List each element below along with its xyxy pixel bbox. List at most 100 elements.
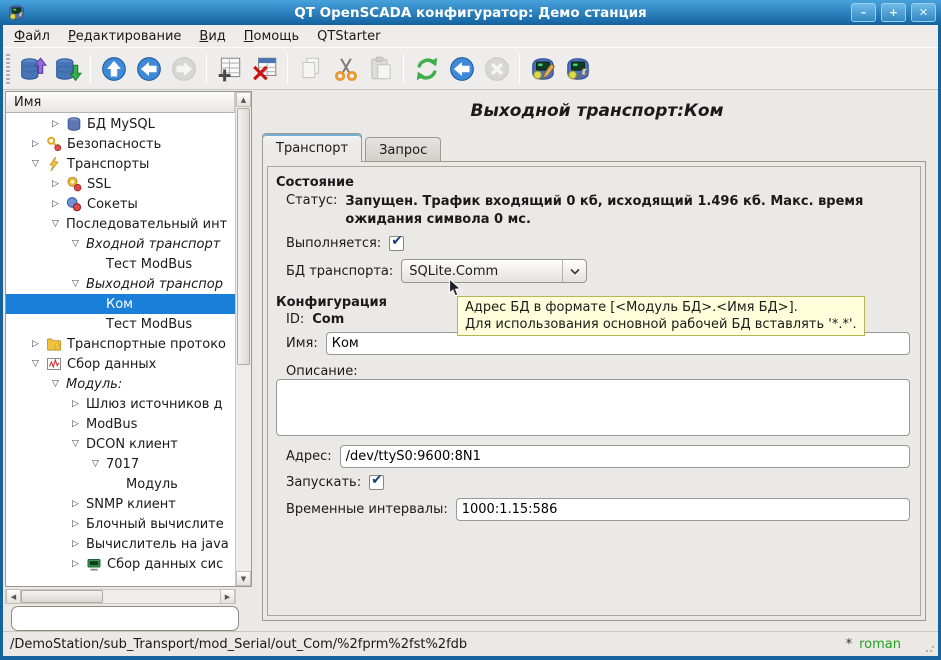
close-button[interactable]: ✕ bbox=[911, 3, 936, 22]
go-back-button[interactable] bbox=[131, 50, 166, 87]
save-to-db-button[interactable] bbox=[50, 50, 85, 87]
collapsed-arrow-icon[interactable]: ▷ bbox=[52, 119, 66, 129]
tree-item[interactable]: ▷Блочный вычислите bbox=[6, 514, 235, 534]
vision-button[interactable] bbox=[560, 50, 595, 87]
delete-item-button[interactable] bbox=[247, 50, 282, 87]
tree-item[interactable]: ▷SNMP клиент bbox=[6, 494, 235, 514]
scroll-up-icon[interactable]: ▲ bbox=[236, 92, 251, 107]
tree-horizontal-scrollbar[interactable]: ◀ ▶ bbox=[5, 589, 236, 604]
tree-item[interactable]: ▷Транспортные протоко bbox=[6, 334, 235, 354]
scroll-down-icon[interactable]: ▼ bbox=[236, 571, 251, 586]
refresh-button[interactable] bbox=[409, 50, 444, 87]
load-from-db-button[interactable] bbox=[15, 50, 50, 87]
expanded-arrow-icon[interactable]: ▽ bbox=[52, 379, 66, 389]
collapsed-arrow-icon[interactable]: ▷ bbox=[72, 539, 86, 549]
tree-item[interactable]: ▽Сбор данных bbox=[6, 354, 235, 374]
toolbar-separator bbox=[90, 54, 91, 84]
transport-db-label: БД транспорта: bbox=[286, 264, 393, 279]
title-bar: QT OpenSCADA конфигуратор: Демо станция … bbox=[0, 0, 941, 25]
expanded-arrow-icon[interactable]: ▽ bbox=[72, 239, 86, 249]
collapsed-arrow-icon[interactable]: ▷ bbox=[32, 339, 46, 349]
folder-icon bbox=[46, 336, 65, 352]
go-up-button[interactable] bbox=[96, 50, 131, 87]
tree-item[interactable]: ▽DCON клиент bbox=[6, 434, 235, 454]
tab-транспорт[interactable]: Транспорт bbox=[262, 133, 362, 162]
refresh-icon bbox=[413, 55, 441, 83]
expanded-arrow-icon[interactable]: ▽ bbox=[32, 359, 46, 369]
tree-header[interactable]: Имя bbox=[6, 92, 235, 113]
start-button[interactable] bbox=[444, 50, 479, 87]
cut-item-button[interactable] bbox=[328, 50, 363, 87]
tree-item-label: SNMP клиент bbox=[86, 497, 176, 512]
tree-item[interactable]: ▷Шлюз источников д bbox=[6, 394, 235, 414]
expanded-arrow-icon[interactable]: ▽ bbox=[32, 159, 46, 169]
app-icon bbox=[7, 3, 26, 22]
tree-item[interactable]: Тест ModBus bbox=[6, 254, 235, 274]
collapsed-arrow-icon[interactable]: ▷ bbox=[72, 559, 86, 569]
collapsed-arrow-icon[interactable]: ▷ bbox=[72, 419, 86, 429]
tree-item[interactable]: ▽Последовательный инт bbox=[6, 214, 235, 234]
tree-item[interactable]: ▷ModBus bbox=[6, 414, 235, 434]
paste-item-icon bbox=[367, 55, 395, 83]
paste-item-button[interactable] bbox=[363, 50, 398, 87]
chevron-down-icon[interactable] bbox=[562, 260, 586, 282]
go-forward-button[interactable] bbox=[166, 50, 201, 87]
configurator-button[interactable] bbox=[525, 50, 560, 87]
address-input[interactable] bbox=[340, 445, 910, 468]
toolbar-handle[interactable] bbox=[6, 54, 10, 84]
tree-item[interactable]: ▷SSL bbox=[6, 174, 235, 194]
expanded-arrow-icon[interactable]: ▽ bbox=[72, 279, 86, 289]
collapsed-arrow-icon[interactable]: ▷ bbox=[52, 199, 66, 209]
menu-помощь[interactable]: Помощь bbox=[235, 27, 308, 46]
menu-qtstarter[interactable]: QTStarter bbox=[308, 27, 389, 46]
tree-item[interactable]: ▽7017 bbox=[6, 454, 235, 474]
scroll-left-icon[interactable]: ◀ bbox=[6, 589, 21, 604]
tab-label: Транспорт bbox=[276, 141, 348, 156]
toolbar-separator bbox=[206, 54, 207, 84]
menu-редактирование[interactable]: Редактирование bbox=[59, 27, 190, 46]
horizontal-scroll-thumb[interactable] bbox=[21, 590, 103, 603]
tree-item[interactable]: ▷Сбор данных сис bbox=[6, 554, 235, 574]
transport-db-select[interactable]: SQLite.Comm bbox=[401, 259, 587, 283]
tree-item[interactable]: Ком bbox=[6, 294, 235, 314]
collapsed-arrow-icon[interactable]: ▷ bbox=[32, 139, 46, 149]
vertical-scroll-thumb[interactable] bbox=[237, 108, 250, 365]
minimize-button[interactable]: – bbox=[851, 3, 876, 22]
tree-search-input[interactable] bbox=[11, 606, 239, 631]
tree-item[interactable]: ▷Вычислитель на java bbox=[6, 534, 235, 554]
expanded-arrow-icon[interactable]: ▽ bbox=[72, 439, 86, 449]
collapsed-arrow-icon[interactable]: ▷ bbox=[72, 499, 86, 509]
tree-item[interactable]: Модуль bbox=[6, 474, 235, 494]
chart-icon bbox=[46, 356, 65, 372]
add-item-button[interactable] bbox=[212, 50, 247, 87]
tree-item[interactable]: ▷Сокеты bbox=[6, 194, 235, 214]
collapsed-arrow-icon[interactable]: ▷ bbox=[72, 399, 86, 409]
running-checkbox[interactable] bbox=[389, 236, 404, 251]
scroll-right-icon[interactable]: ▶ bbox=[220, 589, 235, 604]
tree-item[interactable]: ▷БД MySQL bbox=[6, 114, 235, 134]
description-textarea[interactable] bbox=[276, 379, 910, 436]
tree-item[interactable]: ▽Входной транспорт bbox=[6, 234, 235, 254]
main-area: Имя ▷БД MySQL▷Безопасность▽Транспорты▷SS… bbox=[3, 90, 938, 631]
tree-item[interactable]: ▽Транспорты bbox=[6, 154, 235, 174]
stop-button[interactable] bbox=[479, 50, 514, 87]
menu-bar: ФайлРедактированиеВидПомощьQTStarter bbox=[3, 25, 938, 47]
tree-item[interactable]: ▷Безопасность bbox=[6, 134, 235, 154]
menu-вид[interactable]: Вид bbox=[190, 27, 234, 46]
intervals-input[interactable] bbox=[456, 498, 910, 521]
menu-файл[interactable]: Файл bbox=[5, 27, 59, 46]
name-label: Имя: bbox=[286, 336, 318, 351]
maximize-button[interactable]: + bbox=[881, 3, 906, 22]
tree-item[interactable]: ▽Модуль: bbox=[6, 374, 235, 394]
collapsed-arrow-icon[interactable]: ▷ bbox=[72, 519, 86, 529]
start-checkbox[interactable] bbox=[369, 475, 384, 490]
expanded-arrow-icon[interactable]: ▽ bbox=[92, 459, 106, 469]
tree-vertical-scrollbar[interactable]: ▲ ▼ bbox=[235, 92, 251, 586]
tree-item[interactable]: ▽Выходной транспор bbox=[6, 274, 235, 294]
expanded-arrow-icon[interactable]: ▽ bbox=[52, 219, 66, 229]
collapsed-arrow-icon[interactable]: ▷ bbox=[52, 179, 66, 189]
resize-grip[interactable] bbox=[925, 643, 935, 653]
tab-запрос[interactable]: Запрос bbox=[365, 137, 441, 162]
tree-item[interactable]: Тест ModBus bbox=[6, 314, 235, 334]
copy-item-button[interactable] bbox=[293, 50, 328, 87]
